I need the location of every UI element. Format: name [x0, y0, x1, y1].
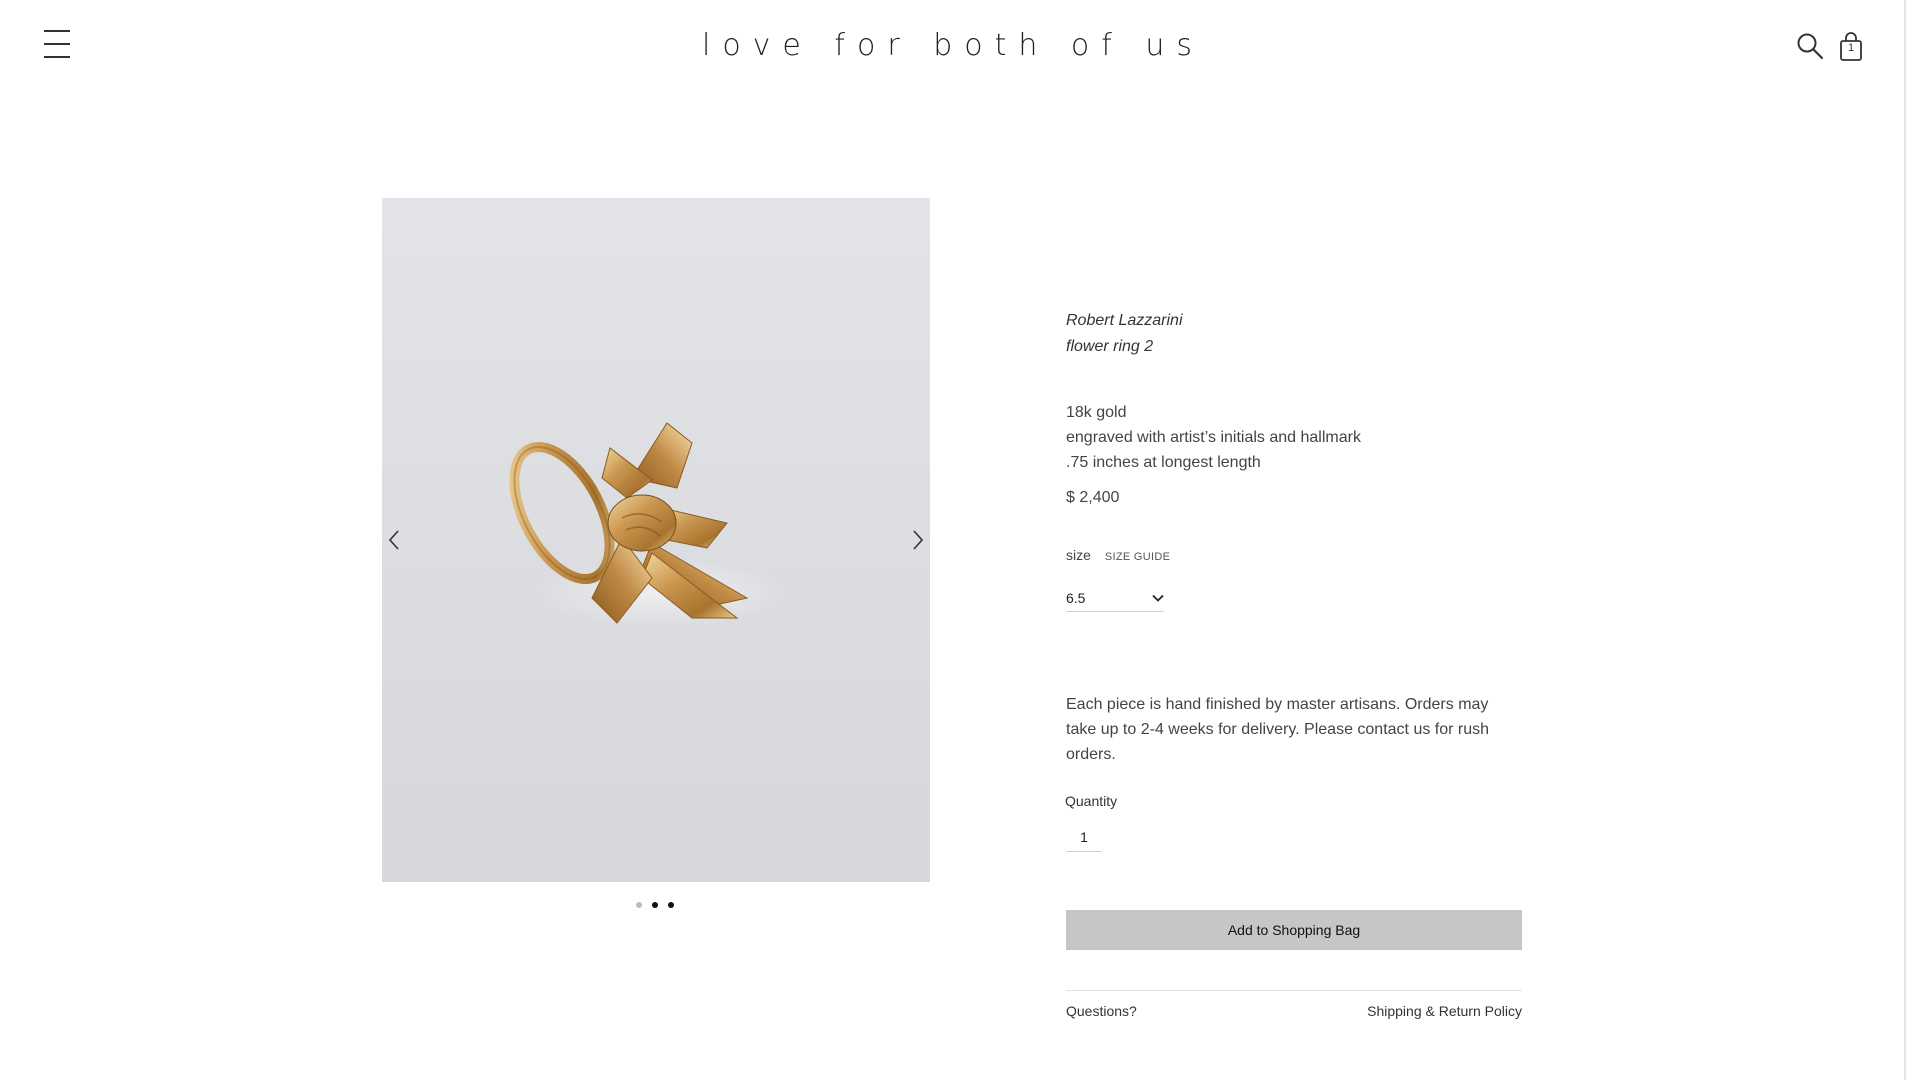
size-value: 6.5 — [1066, 590, 1086, 606]
spec-line: .75 inches at longest length — [1066, 454, 1261, 471]
size-row: size SIZE GUIDE — [1066, 547, 1522, 563]
size-guide-link[interactable]: SIZE GUIDE — [1105, 551, 1170, 563]
chevron-down-icon — [1152, 594, 1164, 602]
delivery-note: Each piece is hand finished by master ar… — [1066, 696, 1490, 763]
quantity-label: Quantity — [1065, 793, 1118, 809]
size-label: size — [1066, 547, 1091, 563]
product-image-gallery[interactable] — [382, 198, 930, 882]
product-name: flower ring 2 — [1066, 338, 1154, 355]
shopping-bag-icon[interactable]: 1 — [1838, 32, 1864, 62]
site-logo[interactable]: love for both of us — [0, 28, 1906, 63]
product-page: love for both of us 1 Robert Lazzarini f… — [0, 0, 1906, 1080]
carousel-dot[interactable] — [652, 902, 658, 908]
shipping-return-link[interactable]: Shipping & Return Policy — [1367, 1003, 1522, 1019]
search-icon[interactable] — [1796, 32, 1824, 60]
bag-count-badge: 1 — [1847, 42, 1855, 54]
artist-name: Robert Lazzarini — [1066, 312, 1183, 329]
chevron-right-icon[interactable] — [908, 528, 928, 552]
product-specs: 18k gold engraved with artist’s initials… — [1066, 400, 1522, 475]
product-price: $ 2,400 — [1066, 489, 1120, 506]
size-select[interactable]: 6.5 — [1066, 585, 1164, 612]
questions-link[interactable]: Questions? — [1066, 1003, 1137, 1019]
quantity-input[interactable] — [1066, 823, 1102, 852]
chevron-left-icon[interactable] — [384, 528, 404, 552]
product-info: Robert Lazzarini flower ring 2 18k gold … — [1065, 308, 1522, 1019]
carousel-dot[interactable] — [668, 902, 674, 908]
product-image — [509, 422, 749, 624]
spec-line: engraved with artist’s initials and hall… — [1066, 429, 1361, 446]
add-to-bag-button[interactable]: Add to Shopping Bag — [1066, 910, 1522, 950]
spec-line: 18k gold — [1066, 404, 1127, 421]
carousel-dots — [636, 902, 674, 908]
product-footer-links: Questions? Shipping & Return Policy — [1066, 990, 1522, 1019]
carousel-dot[interactable] — [636, 902, 642, 908]
